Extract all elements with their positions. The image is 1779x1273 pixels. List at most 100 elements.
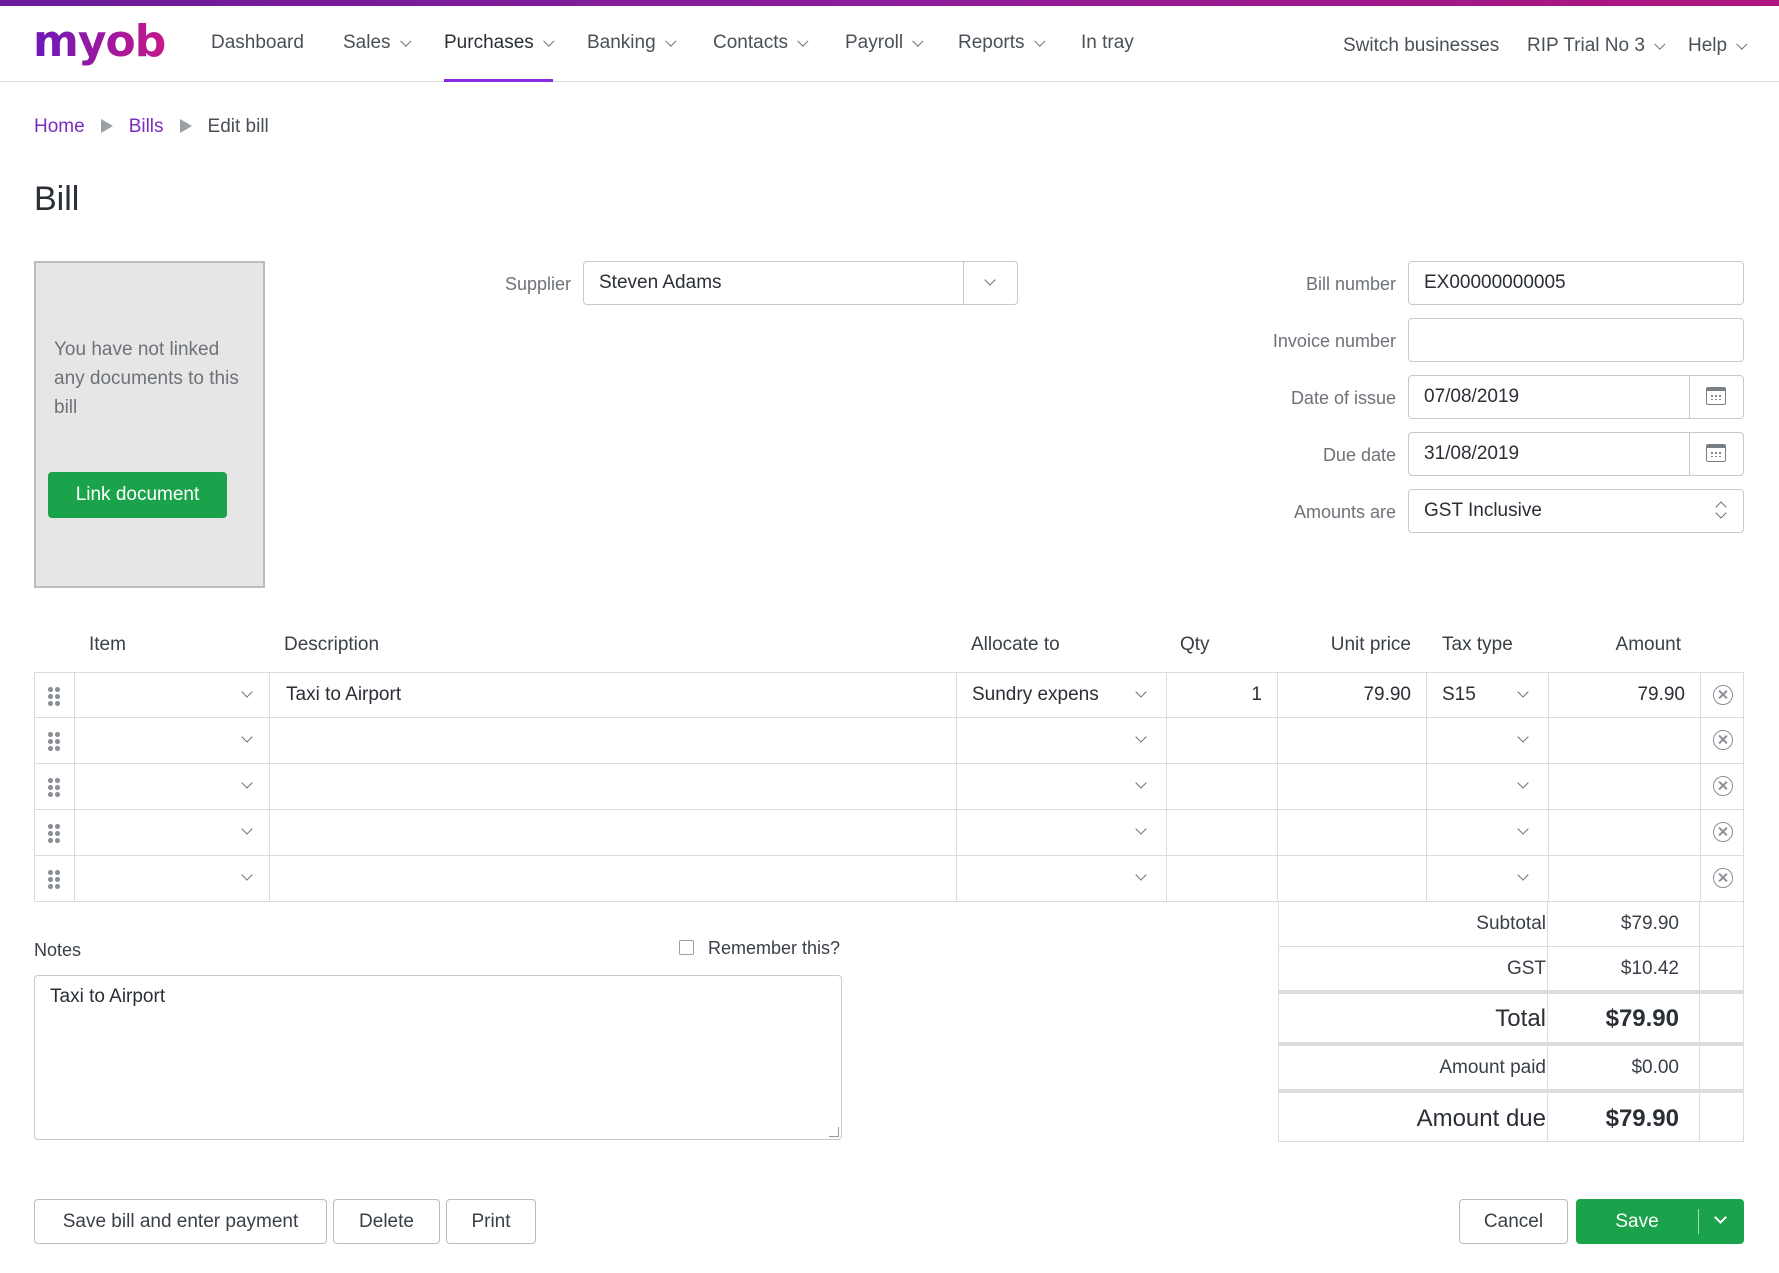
divider xyxy=(1547,902,1548,946)
remove-line-button[interactable] xyxy=(1700,718,1744,763)
remember-this-checkbox[interactable] xyxy=(679,940,694,955)
link-document-button[interactable]: Link document xyxy=(48,472,227,518)
allocate-to-cell[interactable] xyxy=(956,810,1166,855)
nav-dashboard[interactable]: Dashboard xyxy=(211,32,304,54)
unit-price-cell[interactable] xyxy=(1277,810,1426,855)
due-date-value: 31/08/2019 xyxy=(1424,443,1520,464)
nav-purchases[interactable]: Purchases xyxy=(444,32,555,54)
column-header-item: Item xyxy=(89,634,126,655)
due-date-picker-button[interactable] xyxy=(1689,433,1743,475)
drag-handle-cell[interactable] xyxy=(34,856,74,901)
resize-handle-icon[interactable] xyxy=(829,1127,839,1137)
date-of-issue-input[interactable]: 07/08/2019 xyxy=(1408,375,1744,419)
unit-price-cell[interactable] xyxy=(1277,718,1426,763)
allocate-to-cell[interactable] xyxy=(956,764,1166,809)
nav-reports[interactable]: Reports xyxy=(958,32,1046,54)
unit-price-cell[interactable] xyxy=(1277,856,1426,901)
remove-line-button[interactable] xyxy=(1700,856,1744,901)
tax-type-cell[interactable] xyxy=(1426,856,1548,901)
delete-button[interactable]: Delete xyxy=(333,1199,440,1244)
chevron-down-icon xyxy=(542,35,555,47)
description-cell[interactable] xyxy=(269,810,956,855)
qty-cell[interactable] xyxy=(1166,764,1277,809)
unit-price-cell[interactable] xyxy=(1277,764,1426,809)
tax-type-cell[interactable] xyxy=(1426,764,1548,809)
nav-help[interactable]: Help xyxy=(1688,35,1748,57)
qty-cell[interactable]: 1 xyxy=(1166,673,1277,718)
chevron-down-icon xyxy=(1135,731,1147,743)
drag-handle-cell[interactable] xyxy=(34,764,74,809)
qty-cell[interactable] xyxy=(1166,856,1277,901)
drag-handle-cell[interactable] xyxy=(34,673,74,718)
divider xyxy=(1699,1093,1700,1141)
breadcrumb-separator-icon xyxy=(100,119,113,133)
qty-cell[interactable] xyxy=(1166,718,1277,763)
chevron-down-icon xyxy=(241,869,253,881)
allocate-to-cell[interactable] xyxy=(956,856,1166,901)
remove-line-button[interactable] xyxy=(1700,764,1744,809)
amount-cell[interactable] xyxy=(1548,764,1700,809)
tax-type-cell[interactable] xyxy=(1426,810,1548,855)
myob-logo[interactable]: myob xyxy=(33,16,166,67)
chevron-down-icon[interactable] xyxy=(1714,1211,1727,1224)
amount-value: 79.90 xyxy=(1637,684,1685,705)
allocate-to-cell[interactable]: Sundry expens xyxy=(956,673,1166,718)
cancel-button[interactable]: Cancel xyxy=(1459,1199,1568,1244)
remove-line-button[interactable] xyxy=(1700,673,1744,718)
unit-price-cell[interactable]: 79.90 xyxy=(1277,673,1426,718)
item-cell[interactable] xyxy=(74,810,269,855)
qty-cell[interactable] xyxy=(1166,810,1277,855)
nav-switch-businesses[interactable]: Switch businesses xyxy=(1343,35,1499,57)
invoice-number-label: Invoice number xyxy=(1272,331,1396,351)
chevron-down-icon xyxy=(1517,686,1529,698)
table-row: Taxi to Airport Sundry expens 1 79.90 S15 79.… xyxy=(34,672,1744,718)
remember-this-toggle[interactable]: Remember this? xyxy=(679,938,840,959)
amount-cell[interactable] xyxy=(1548,856,1700,901)
allocate-to-cell[interactable] xyxy=(956,718,1166,763)
notes-textarea[interactable]: Taxi to Airport xyxy=(34,975,842,1140)
chevron-down-icon xyxy=(664,35,677,47)
item-cell[interactable] xyxy=(74,673,269,718)
description-cell[interactable] xyxy=(269,856,956,901)
description-value: Taxi to Airport xyxy=(286,684,402,705)
nav-contacts[interactable]: Contacts xyxy=(713,32,809,54)
nav-payroll[interactable]: Payroll xyxy=(845,32,924,54)
item-cell[interactable] xyxy=(74,856,269,901)
description-cell[interactable]: Taxi to Airport xyxy=(269,673,956,718)
amounts-are-value: GST Inclusive xyxy=(1424,500,1542,521)
description-cell[interactable] xyxy=(269,764,956,809)
subtotal-label: Subtotal xyxy=(1476,913,1546,934)
amount-cell[interactable]: 79.90 xyxy=(1548,673,1700,718)
breadcrumb-bills[interactable]: Bills xyxy=(129,116,164,137)
nav-sales[interactable]: Sales xyxy=(343,32,412,54)
due-date-input[interactable]: 31/08/2019 xyxy=(1408,432,1744,476)
save-and-enter-payment-button[interactable]: Save bill and enter payment xyxy=(34,1199,327,1244)
date-of-issue-label: Date of issue xyxy=(1290,388,1396,408)
item-cell[interactable] xyxy=(74,764,269,809)
drag-handle-cell[interactable] xyxy=(34,718,74,763)
remove-line-button[interactable] xyxy=(1700,810,1744,855)
amounts-are-select[interactable]: GST Inclusive xyxy=(1408,489,1744,533)
drag-handle-cell[interactable] xyxy=(34,810,74,855)
bill-number-input[interactable]: EX00000000005 xyxy=(1408,261,1744,305)
invoice-number-input[interactable] xyxy=(1408,318,1744,362)
supplier-dropdown-toggle[interactable] xyxy=(963,262,1017,304)
column-header-allocate-to: Allocate to xyxy=(971,634,1060,655)
amount-cell[interactable] xyxy=(1548,810,1700,855)
description-cell[interactable] xyxy=(269,718,956,763)
breadcrumb-home[interactable]: Home xyxy=(34,116,85,137)
print-button[interactable]: Print xyxy=(446,1199,536,1244)
supplier-combobox[interactable]: Steven Adams xyxy=(583,261,1018,305)
nav-business-menu[interactable]: RIP Trial No 3 xyxy=(1527,35,1666,57)
date-of-issue-picker-button[interactable] xyxy=(1689,376,1743,418)
nav-in-tray-label: In tray xyxy=(1081,32,1134,53)
tax-type-cell[interactable] xyxy=(1426,718,1548,763)
nav-reports-label: Reports xyxy=(958,32,1025,53)
item-cell[interactable] xyxy=(74,718,269,763)
save-button[interactable]: Save xyxy=(1576,1199,1698,1244)
tax-type-cell[interactable]: S15 xyxy=(1426,673,1548,718)
chevron-down-icon xyxy=(241,686,253,698)
amount-cell[interactable] xyxy=(1548,718,1700,763)
nav-in-tray[interactable]: In tray xyxy=(1081,32,1134,54)
nav-banking[interactable]: Banking xyxy=(587,32,677,54)
